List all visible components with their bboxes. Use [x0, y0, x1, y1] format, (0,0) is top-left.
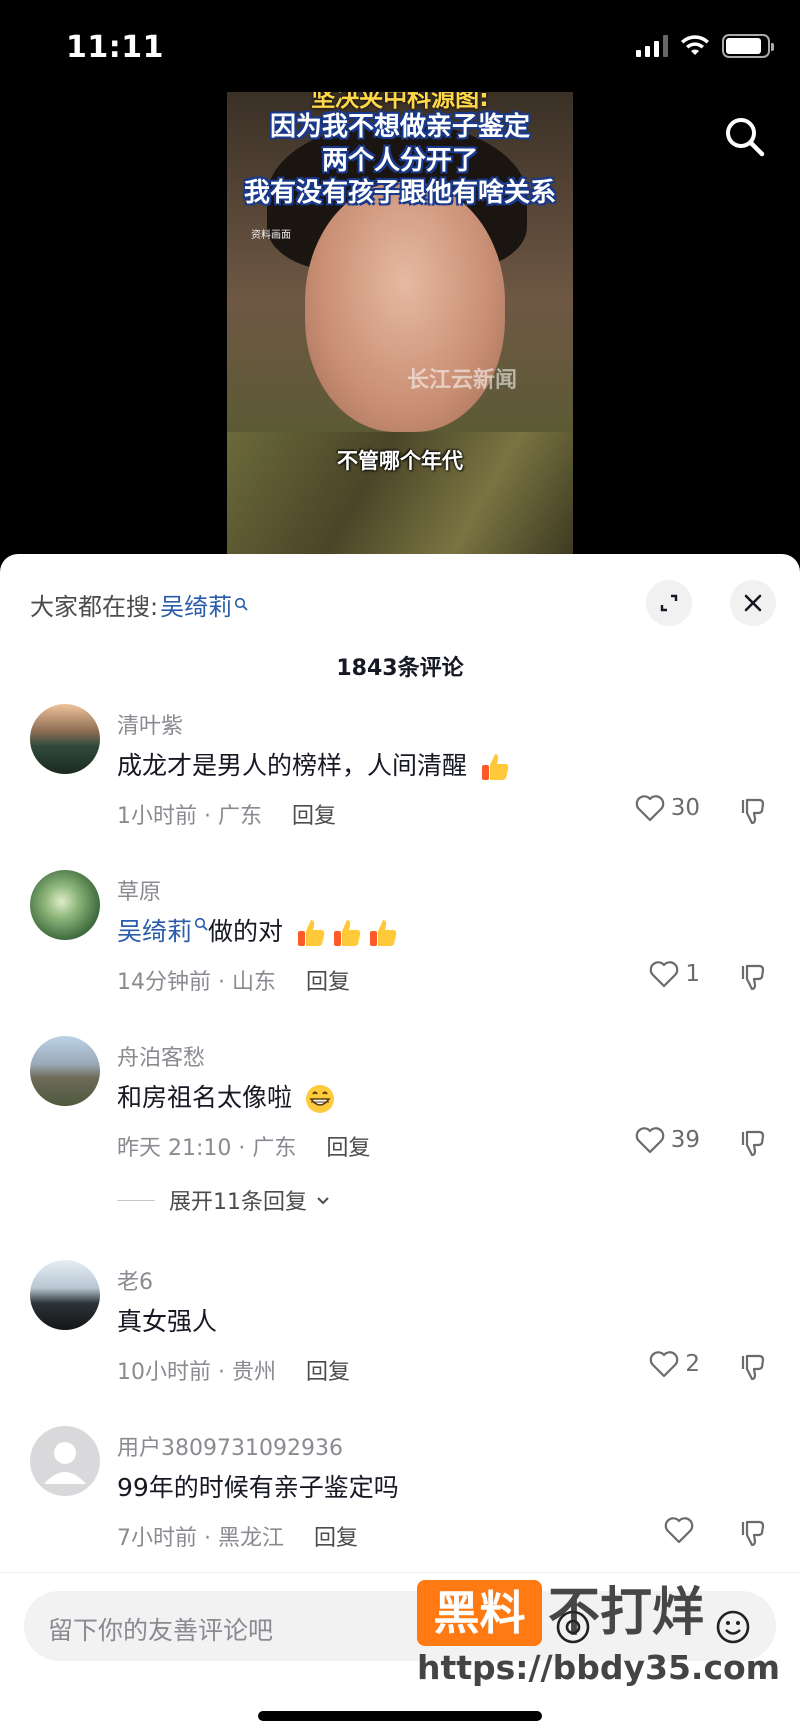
- home-indicator: [258, 1711, 542, 1721]
- reply-button[interactable]: 回复: [314, 1526, 358, 1551]
- video-caption-line1: 因为我不想做亲子鉴定: [269, 112, 530, 142]
- comment-text: 成龙才是男人的榜样，人间清醒: [117, 746, 511, 783]
- comment-author[interactable]: 草原: [117, 874, 161, 906]
- thumbs-up-emoji: [333, 920, 361, 946]
- expand-replies-label: 展开11条回复: [169, 1190, 307, 1215]
- avatar[interactable]: [30, 870, 100, 940]
- status-bar: 11:11: [0, 0, 800, 96]
- expand-button[interactable]: [646, 580, 692, 626]
- like-button[interactable]: 1: [649, 960, 700, 988]
- video-subtitle: 不管哪个年代: [337, 449, 463, 473]
- comment-text-body: 99年的时候有亲子鉴定吗: [117, 1473, 399, 1502]
- battery-icon: [722, 34, 774, 58]
- comment-meta: 10小时前 · 贵州 回复: [117, 1354, 350, 1386]
- dislike-icon[interactable]: [738, 1128, 768, 1158]
- expand-replies-line: [117, 1199, 155, 1201]
- comment-count: 1843条评论: [336, 656, 464, 681]
- close-button[interactable]: [730, 580, 776, 626]
- like-count: 2: [685, 1351, 700, 1377]
- dislike-icon[interactable]: [738, 796, 768, 826]
- comment-text-body: 成龙才是男人的榜样，人间清醒: [117, 751, 468, 780]
- heart-icon: [635, 795, 664, 822]
- watermark-logo-box: 黑料: [417, 1580, 542, 1646]
- like-button[interactable]: 30: [635, 794, 700, 822]
- expand-icon: [660, 594, 678, 612]
- comment-time-location: 14分钟前 · 山东: [117, 970, 276, 995]
- comment-text: 99年的时候有亲子鉴定吗: [117, 1468, 399, 1504]
- like-button[interactable]: 2: [649, 1350, 700, 1378]
- comment-text-body: 和房祖名太像啦: [117, 1083, 293, 1112]
- video-player[interactable]: 坚决夹中科源图: 因为我不想做亲子鉴定 两个人分开了 我有没有孩子跟他有啥关系 …: [227, 92, 573, 554]
- like-button[interactable]: [664, 1516, 700, 1544]
- comment-text: 和房祖名太像啦: [117, 1078, 336, 1115]
- status-time: 11:11: [66, 30, 164, 65]
- search-icon[interactable]: [722, 114, 766, 158]
- video-frame-face: [305, 182, 505, 432]
- comment-author[interactable]: 老6: [117, 1264, 153, 1296]
- reply-button[interactable]: 回复: [306, 970, 350, 995]
- dislike-icon[interactable]: [738, 1352, 768, 1382]
- comment-author[interactable]: 舟泊客愁: [117, 1040, 205, 1072]
- trending-search-keyword[interactable]: 吴绮莉: [160, 587, 232, 622]
- close-icon: [744, 594, 762, 612]
- comment-keyword-link[interactable]: 吴绮莉: [117, 917, 192, 946]
- like-count: 39: [670, 1127, 700, 1153]
- comment-author[interactable]: 用户3809731092936: [117, 1430, 343, 1462]
- like-count: 30: [670, 795, 700, 821]
- comment-time-location: 10小时前 · 贵州: [117, 1360, 276, 1385]
- comment-meta: 1小时前 · 广东 回复: [117, 798, 336, 830]
- comment-text: 吴绮莉 做的对: [117, 912, 399, 949]
- comment-meta: 14分钟前 · 山东 回复: [117, 964, 350, 996]
- wifi-icon: [681, 35, 709, 55]
- avatar[interactable]: [30, 1036, 100, 1106]
- search-icon: [234, 597, 248, 611]
- emoji-icon[interactable]: [714, 1608, 752, 1646]
- comment-text: 真女强人: [117, 1302, 217, 1338]
- trending-search[interactable]: 大家都在搜: 吴绮莉: [30, 584, 248, 624]
- avatar[interactable]: [30, 1260, 100, 1330]
- reply-button[interactable]: 回复: [326, 1136, 370, 1161]
- thumbs-up-emoji: [297, 920, 325, 946]
- comment-text-body: 做的对: [208, 917, 284, 946]
- comment-author[interactable]: 清叶紫: [117, 708, 183, 740]
- reply-button[interactable]: 回复: [292, 804, 336, 829]
- status-icons: [636, 34, 774, 58]
- chevron-down-icon: [317, 1197, 329, 1205]
- video-watermark: 长江云新闻: [407, 368, 518, 393]
- app-screen: 11:11 坚决夹中科源图: 因为我不想做亲子鉴定 两个人分开了 我有没有孩子跟…: [0, 0, 800, 1733]
- trending-search-prefix: 大家都在搜:: [30, 592, 159, 621]
- comment-meta: 7小时前 · 黑龙江 回复: [117, 1520, 358, 1552]
- heart-icon: [650, 961, 679, 988]
- video-caption-line3: 我有没有孩子跟他有啥关系: [243, 178, 556, 208]
- watermark-logo-text: 不打烊: [548, 1583, 705, 1643]
- comment-meta: 昨天 21:10 · 广东 回复: [117, 1130, 370, 1162]
- reply-button[interactable]: 回复: [306, 1360, 350, 1385]
- dislike-icon[interactable]: [738, 1518, 768, 1548]
- thumbs-up-emoji: [481, 754, 509, 780]
- comment-text-body: 真女强人: [117, 1307, 218, 1336]
- comment-input-placeholder: 留下你的友善评论吧: [48, 1616, 274, 1645]
- default-avatar-icon: [44, 1442, 86, 1484]
- like-count: 1: [685, 961, 700, 987]
- video-source-label: 资料画面: [251, 230, 291, 241]
- avatar[interactable]: [30, 704, 100, 774]
- grin-emoji: [305, 1085, 334, 1113]
- dislike-icon[interactable]: [738, 962, 768, 992]
- comment-time-location: 昨天 21:10 · 广东: [117, 1136, 297, 1161]
- comment-time-location: 7小时前 · 黑龙江: [117, 1526, 284, 1551]
- signal-icon: [636, 35, 668, 57]
- watermark-url: https://bbdy35.com: [417, 1648, 781, 1687]
- heart-icon: [635, 1127, 664, 1154]
- avatar[interactable]: [30, 1426, 100, 1496]
- search-icon: [194, 917, 208, 931]
- comment-time-location: 1小时前 · 广东: [117, 804, 262, 829]
- thumbs-up-emoji: [369, 920, 397, 946]
- heart-icon: [650, 1351, 679, 1378]
- comments-panel: 大家都在搜: 吴绮莉 1843条评论 清叶紫 成龙才是男人的榜样，人间清醒 1小…: [0, 554, 800, 1733]
- expand-replies-button[interactable]: 展开11条回复: [117, 1184, 333, 1216]
- like-button[interactable]: 39: [635, 1126, 700, 1154]
- heart-icon: [664, 1517, 694, 1544]
